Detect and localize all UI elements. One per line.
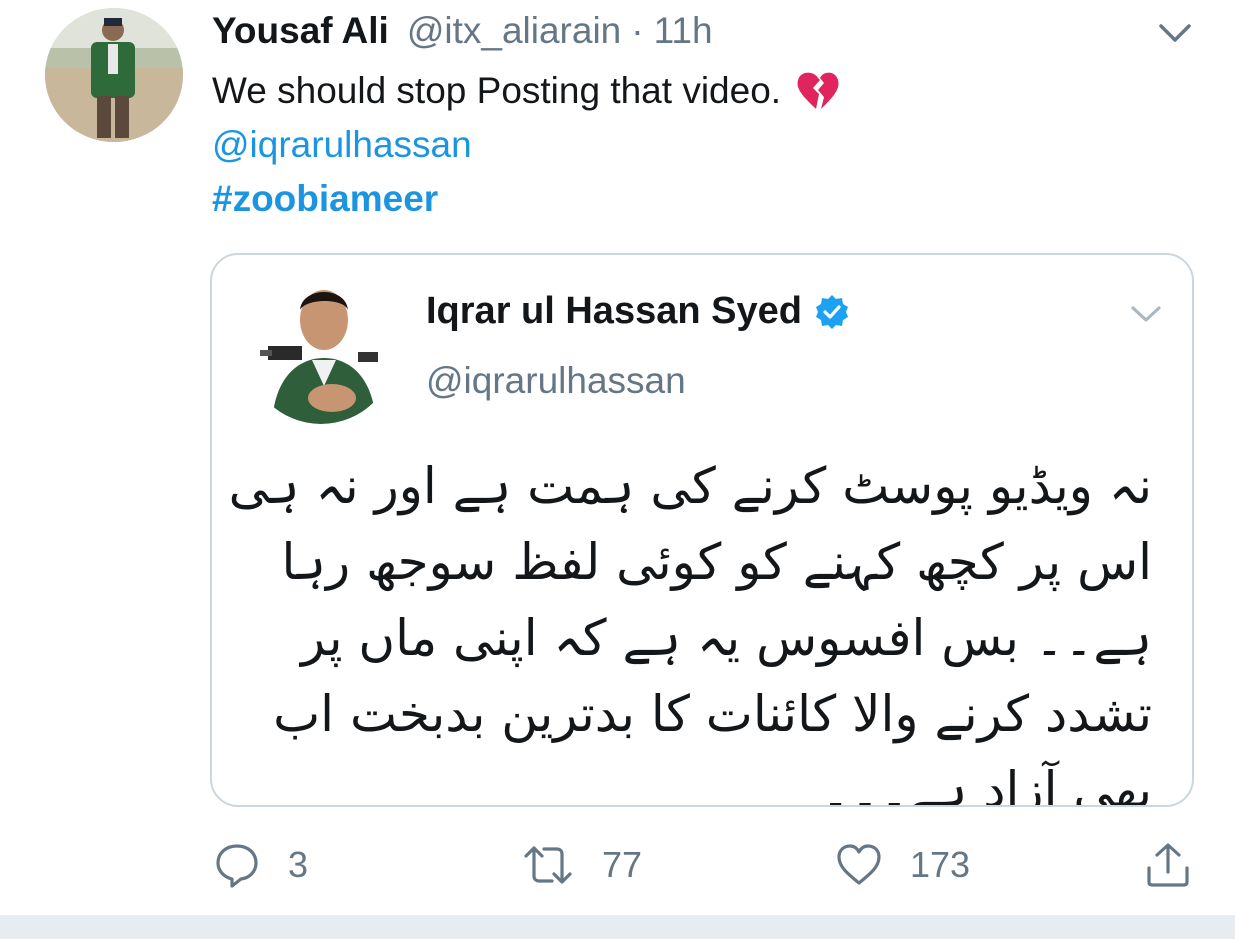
share-icon bbox=[1147, 843, 1189, 887]
tweet-timestamp[interactable]: 11h bbox=[654, 10, 713, 52]
mention-link[interactable]: @iqrarulhassan bbox=[212, 118, 472, 172]
reply-button[interactable]: 3 bbox=[214, 840, 308, 890]
quoted-text-line: نہ ویڈیو پوسٹ کرنے کی ہمت ہے اور نہ ہی bbox=[228, 457, 1152, 515]
timeline-divider bbox=[0, 915, 1235, 939]
like-count: 173 bbox=[910, 844, 971, 885]
quoted-text-line: بھی آزاد ہے۔۔۔ bbox=[820, 761, 1152, 807]
separator-dot: · bbox=[631, 10, 644, 51]
quoted-author-handle[interactable]: @iqrarulhassan bbox=[426, 360, 686, 402]
author-handle[interactable]: @itx_aliarain bbox=[407, 10, 621, 52]
share-button[interactable] bbox=[1146, 840, 1218, 890]
chevron-down-icon[interactable] bbox=[1158, 20, 1192, 46]
author-name[interactable]: Yousaf Ali bbox=[212, 10, 389, 52]
reply-count: 3 bbox=[288, 844, 309, 885]
tweet-text-body: We should stop Posting that video. bbox=[212, 70, 782, 111]
quoted-text-line: اس پر کچھ کہنے کو کوئی لفظ سوجھ رہا bbox=[281, 533, 1152, 591]
quoted-author-name-row: Iqrar ul Hassan Syed bbox=[426, 290, 850, 333]
tweet-text: We should stop Posting that video. @iqra… bbox=[212, 64, 841, 226]
tweet-actions: 3 77 173 bbox=[0, 840, 1235, 890]
quoted-author-avatar-photo bbox=[246, 274, 396, 424]
reply-icon bbox=[216, 844, 258, 888]
broken-heart-icon bbox=[797, 72, 839, 109]
like-button[interactable]: 173 bbox=[836, 840, 970, 890]
retweet-count: 77 bbox=[602, 844, 643, 885]
quoted-tweet-text: نہ ویڈیو پوسٹ کرنے کی ہمت ہے اور نہ ہی ا… bbox=[228, 448, 1152, 807]
tweet: Yousaf Ali @itx_aliarain · 11h We should… bbox=[0, 0, 1235, 915]
quoted-tweet[interactable]: Iqrar ul Hassan Syed @iqrarulhassan نہ و… bbox=[210, 253, 1194, 807]
tweet-header: Yousaf Ali @itx_aliarain · 11h bbox=[212, 9, 713, 53]
verified-badge-icon bbox=[815, 294, 848, 329]
author-avatar[interactable] bbox=[45, 8, 183, 142]
quoted-author-avatar[interactable] bbox=[246, 274, 396, 424]
retweet-icon bbox=[524, 846, 572, 884]
quoted-author-name[interactable]: Iqrar ul Hassan Syed bbox=[426, 290, 802, 333]
retweet-button[interactable]: 77 bbox=[522, 840, 642, 890]
heart-icon bbox=[837, 844, 881, 885]
quoted-text-line: ہے۔۔ بس افسوس یہ ہے کہ اپنی ماں پر bbox=[301, 609, 1152, 667]
quoted-text-line: تشدد کرنے والا کائنات کا بدترین بدبخت اب bbox=[273, 685, 1152, 743]
author-avatar-photo bbox=[45, 8, 183, 142]
hashtag-link[interactable]: #zoobiameer bbox=[212, 172, 438, 226]
quoted-chevron-down-icon[interactable] bbox=[1130, 303, 1162, 325]
